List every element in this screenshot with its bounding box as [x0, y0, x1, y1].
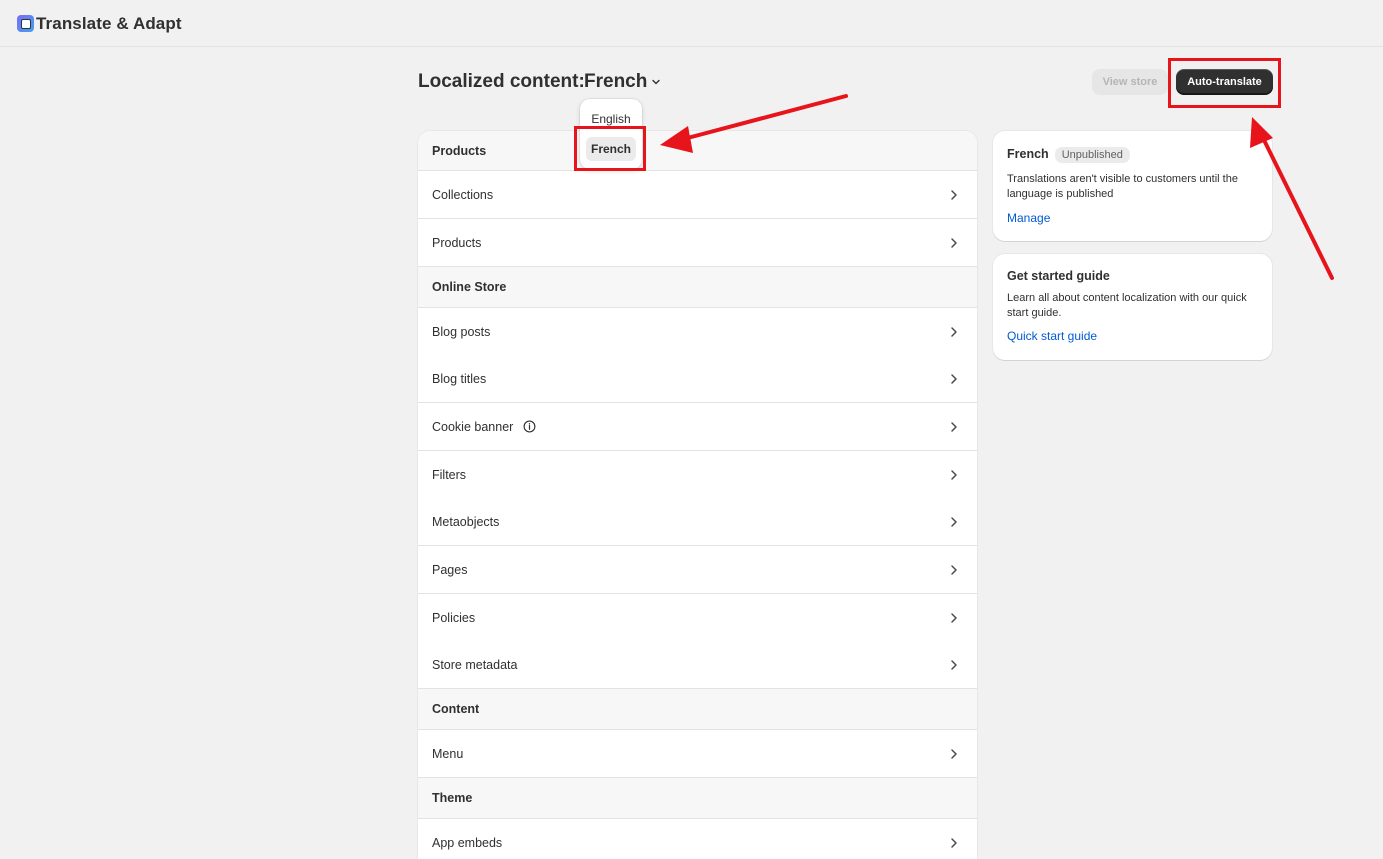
section-header-content: Content — [418, 689, 977, 730]
app-title: Translate & Adapt — [36, 14, 182, 33]
list-item-label: Blog titles — [432, 371, 487, 386]
page-heading: Localized content: — [418, 71, 585, 92]
chevron-right-icon — [951, 238, 957, 248]
selected-language-label: French — [584, 71, 648, 92]
manage-link[interactable]: Manage — [1007, 211, 1050, 225]
language-selector[interactable]: French — [584, 71, 661, 93]
guide-card-body: Learn all about content localization wit… — [1007, 292, 1247, 319]
list-item-label: Products — [432, 235, 482, 250]
list-item-policies[interactable]: Policies — [418, 594, 977, 642]
info-icon[interactable] — [523, 420, 536, 433]
chevron-right-icon — [951, 613, 957, 623]
list-item-label: Pages — [432, 562, 468, 577]
list-item-label: App embeds — [432, 835, 503, 850]
language-status-card: French Unpublished Translations aren't vi… — [993, 131, 1272, 241]
annotation-highlight-french — [574, 126, 646, 171]
status-badge: Unpublished — [1054, 147, 1130, 163]
translate-adapt-logo-icon — [17, 15, 34, 32]
list-item-label: Blog posts — [432, 324, 491, 339]
list-item-label: Metaobjects — [432, 514, 500, 529]
view-store-button[interactable]: View store — [1092, 69, 1168, 95]
section-header-theme: Theme — [418, 778, 977, 819]
list-item-label: Collections — [432, 187, 494, 202]
quick-start-guide-link[interactable]: Quick start guide — [1007, 329, 1097, 343]
list-item-collections[interactable]: Collections — [418, 171, 977, 219]
guide-card-title: Get started guide — [1007, 269, 1110, 283]
list-item-label: Menu — [432, 746, 464, 761]
section-header-online-store: Online Store — [418, 267, 977, 308]
annotation-highlight-auto-translate — [1168, 58, 1281, 108]
chevron-right-icon — [951, 749, 957, 759]
section-header-products: Products — [418, 131, 977, 171]
list-item-label: Store metadata — [432, 657, 518, 672]
list-item-app-embeds[interactable]: App embeds — [418, 819, 977, 859]
chevron-down-icon — [652, 79, 661, 85]
list-item-filters[interactable]: Filters — [418, 451, 977, 499]
list-item-label: Cookie banner — [432, 419, 514, 434]
list-item-products[interactable]: Products — [418, 219, 977, 267]
list-item-label: Policies — [432, 610, 476, 625]
chevron-right-icon — [951, 190, 957, 200]
list-item-blog-titles[interactable]: Blog titles — [418, 355, 977, 403]
chevron-right-icon — [951, 838, 957, 848]
list-item-store-metadata[interactable]: Store metadata — [418, 641, 977, 689]
list-item-cookie-banner[interactable]: Cookie banner — [418, 403, 977, 451]
chevron-right-icon — [951, 327, 957, 337]
status-card-language: French — [1007, 147, 1049, 161]
list-item-pages[interactable]: Pages — [418, 546, 977, 594]
chevron-right-icon — [951, 470, 957, 480]
list-item-label: Filters — [432, 467, 467, 482]
app-topbar: Translate & Adapt — [0, 0, 1383, 47]
chevron-right-icon — [951, 422, 957, 432]
get-started-guide-card: Get started guide Learn all about conten… — [993, 254, 1272, 360]
list-item-blog-posts[interactable]: Blog posts — [418, 308, 977, 356]
list-item-metaobjects[interactable]: Metaobjects — [418, 498, 977, 546]
status-card-body: Translations aren't visible to customers… — [1007, 173, 1238, 200]
chevron-right-icon — [951, 517, 957, 527]
list-item-menu[interactable]: Menu — [418, 730, 977, 778]
chevron-right-icon — [951, 660, 957, 670]
chevron-right-icon — [951, 565, 957, 575]
resource-list-card: Products Collections Products Online Sto… — [418, 131, 977, 859]
chevron-right-icon — [951, 374, 957, 384]
